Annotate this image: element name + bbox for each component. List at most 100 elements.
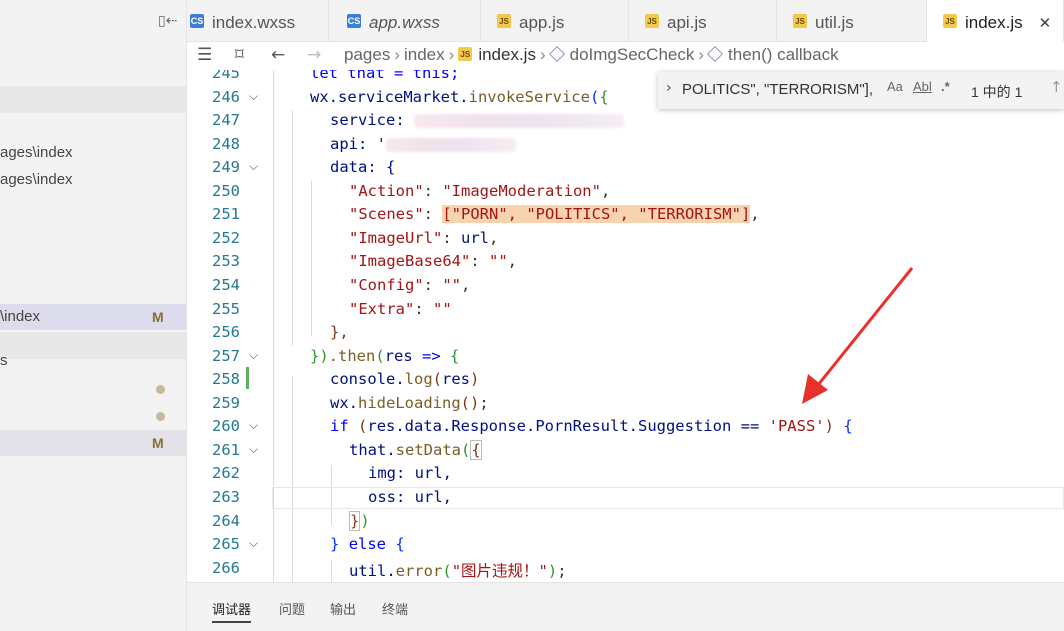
tab-index-wxss[interactable]: CS index.wxss	[187, 0, 329, 42]
file-item[interactable]: ages\index	[0, 140, 186, 166]
whole-word-toggle[interactable]: Abl	[913, 79, 932, 94]
breadcrumb-item[interactable]: then() callback	[728, 45, 839, 64]
code-line: "Scenes": ["PORN", "POLITICS", "TERRORIS…	[349, 205, 760, 223]
code-token: 'PASS'	[768, 417, 825, 435]
code-token: setData	[395, 441, 461, 459]
fold-chevron-icon[interactable]: ⌵	[249, 442, 258, 457]
breadcrumb-item[interactable]: index.js	[478, 45, 536, 64]
regex-toggle[interactable]: .*	[941, 79, 950, 94]
breadcrumb-item[interactable]: pages	[344, 45, 390, 64]
tab-terminal[interactable]: 终端	[382, 599, 408, 618]
code-line: that.setData({	[349, 440, 482, 460]
file-item-label: ages\index	[0, 144, 73, 161]
code-token: log	[404, 370, 433, 388]
line-number: 258	[212, 370, 240, 388]
forward-arrow-icon[interactable]: →	[307, 45, 321, 65]
line-number: 245	[212, 70, 240, 82]
previous-match-icon[interactable]: ↑	[1050, 78, 1063, 96]
fold-chevron-icon[interactable]: ⌵	[249, 159, 258, 174]
line-number: 253	[212, 252, 240, 270]
code-line: console.log(res)	[330, 370, 480, 388]
indent-guide	[331, 560, 332, 582]
list-icon[interactable]: ☰	[197, 45, 212, 65]
match-case-toggle[interactable]: Aa	[887, 79, 903, 94]
breadcrumb: pages › index › JS index.js › doImgSecCheck › the…	[344, 45, 839, 65]
tab-output[interactable]: 输出	[330, 599, 356, 618]
untracked-dot-icon	[156, 385, 165, 394]
tab-label: util.js	[815, 13, 854, 32]
code-token: let that = this;	[310, 70, 460, 82]
untracked-dot-icon	[156, 412, 165, 421]
tab-api-js[interactable]: JS api.js	[629, 0, 777, 42]
code-line: "ImageUrl": url,	[349, 229, 499, 247]
breadcrumb-item[interactable]: index	[404, 45, 445, 64]
file-item[interactable]: M	[0, 430, 186, 456]
bookmark-icon[interactable]: ⌑	[235, 45, 244, 65]
tab-problems[interactable]: 问题	[279, 599, 305, 618]
file-item[interactable]: ages\index	[0, 167, 186, 193]
indent-guide	[292, 110, 293, 346]
tab-app-wxss[interactable]: CS app.wxss	[329, 0, 481, 42]
code-line: util.error("图片违规！");	[349, 562, 567, 580]
explorer-section-header[interactable]	[0, 86, 186, 113]
method-icon	[707, 46, 723, 62]
code-token: "ImageUrl"	[349, 229, 443, 247]
chevron-right-icon: ›	[539, 45, 546, 64]
js-file-icon: JS	[497, 13, 511, 28]
code-token: that.	[349, 441, 396, 459]
js-file-icon: JS	[943, 13, 957, 28]
line-number: 251	[212, 205, 240, 223]
line-number: 260	[212, 417, 240, 435]
fold-chevron-icon[interactable]: ⌵	[249, 348, 258, 363]
split-editor-icon[interactable]: ▯⇠	[158, 13, 177, 29]
code-line: api: '	[330, 135, 516, 153]
js-file-icon: JS	[793, 13, 807, 28]
line-number: 263	[212, 488, 240, 506]
redacted-value	[386, 137, 516, 152]
line-number: 247	[212, 111, 240, 129]
close-tab-icon[interactable]: ✕	[1039, 15, 1052, 32]
tab-label: index.js	[965, 13, 1023, 32]
editor-tab-bar: CS index.wxss CS app.wxss JS app.js JS api.j…	[187, 0, 1064, 42]
line-number: 259	[212, 394, 240, 412]
line-number: 264	[212, 512, 240, 530]
fold-chevron-icon[interactable]: ⌵	[249, 418, 258, 433]
code-line: img: url,	[368, 464, 452, 482]
code-token: hideLoading	[358, 394, 461, 412]
tab-debugger[interactable]: 调试器	[212, 599, 252, 623]
code-token: api: '	[330, 135, 386, 153]
tab-index-js[interactable]: JS index.js ✕	[927, 0, 1064, 42]
file-item-label: \index	[0, 308, 41, 325]
annotation-arrow	[802, 267, 914, 404]
explorer-sidebar: ▯⇠ ages\index ages\index \index M s M	[0, 0, 187, 631]
match-count: 1 中的 1	[971, 84, 1023, 100]
line-number: 262	[212, 464, 240, 482]
file-item[interactable]: s	[0, 348, 186, 374]
find-input[interactable]: POLITICS", "TERRORISM"],	[682, 81, 882, 98]
css-file-icon: CS	[347, 13, 361, 28]
code-token: ""	[442, 276, 461, 294]
breadcrumb-item[interactable]: doImgSecCheck	[570, 45, 695, 64]
tab-util-js[interactable]: JS util.js	[777, 0, 927, 42]
line-number: 265	[212, 535, 240, 553]
css-file-icon: CS	[190, 13, 204, 28]
indent-guide	[292, 376, 293, 582]
code-token: "Config"	[349, 276, 424, 294]
chevron-right-icon: ›	[698, 45, 705, 64]
modified-badge: M	[152, 435, 164, 451]
toggle-replace-chevron-icon[interactable]: ›	[666, 80, 672, 96]
code-editor[interactable]: 245 246 247 248 249 250 251 252 253 254 …	[187, 70, 1064, 582]
code-line: })	[349, 511, 370, 531]
code-token: .then	[328, 347, 376, 365]
code-token: oss: url,	[368, 488, 452, 506]
tab-app-js[interactable]: JS app.js	[481, 0, 629, 42]
back-arrow-icon[interactable]: ←	[271, 45, 285, 65]
file-item-selected[interactable]: \index M	[0, 304, 186, 330]
fold-chevron-icon[interactable]: ⌵	[249, 536, 258, 551]
fold-chevron-icon[interactable]: ⌵	[249, 89, 258, 104]
code-line: data: {	[330, 158, 395, 176]
code-line: "Config": "",	[349, 276, 471, 294]
code-token: ""	[433, 300, 452, 318]
line-number: 254	[212, 276, 240, 294]
line-number: 250	[212, 182, 240, 200]
